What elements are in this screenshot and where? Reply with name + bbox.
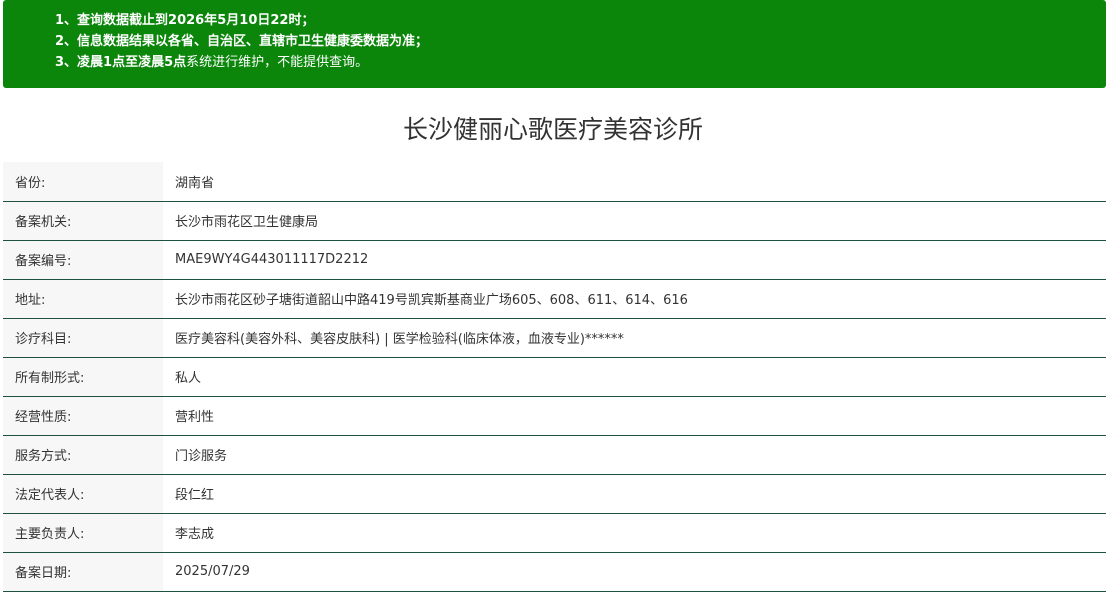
row-label: 备案编号: [3, 240, 163, 279]
row-label: 备案日期: [3, 552, 163, 591]
row-service-mode: 服务方式: 门诊服务 [3, 435, 1106, 474]
row-label: 主要负责人: [3, 513, 163, 552]
row-value: 私人 [175, 371, 202, 386]
row-address: 地址: 长沙市雨花区砂子塘街道韶山中路419号凯宾斯基商业广场605、608、6… [3, 279, 1106, 318]
notice-line-1-prefix: 1、查询数据截止到 [55, 13, 169, 28]
row-label: 经营性质: [3, 396, 163, 435]
row-label: 诊疗科目: [3, 318, 163, 357]
row-registration-date: 备案日期: 2025/07/29 [3, 552, 1106, 591]
row-value: 李志成 [175, 527, 215, 542]
row-registration-authority: 备案机关: 长沙市雨花区卫生健康局 [3, 201, 1106, 240]
row-value: 医疗美容科(美容外科、美容皮肤科) | 医学检验科(临床体液，血液专业)****… [175, 332, 624, 347]
info-table: 省份: 湖南省 备案机关: 长沙市雨花区卫生健康局 备案编号: MAE9WY4G… [3, 162, 1106, 592]
row-value: 长沙市雨花区卫生健康局 [175, 215, 319, 230]
row-label: 服务方式: [3, 435, 163, 474]
notice-line-3: 3、凌晨1点至凌晨5点系统进行维护，不能提供查询。 [55, 52, 1106, 73]
row-legal-representative: 法定代表人: 段仁红 [3, 474, 1106, 513]
notice-cutoff-date: 2026年5月10日22时 [168, 13, 302, 28]
row-label: 省份: [3, 162, 163, 201]
row-label: 地址: [3, 279, 163, 318]
row-province: 省份: 湖南省 [3, 162, 1106, 201]
notice-banner: 1、查询数据截止到2026年5月10日22时； 2、信息数据结果以各省、自治区、… [3, 0, 1106, 88]
row-principal: 主要负责人: 李志成 [3, 513, 1106, 552]
row-departments: 诊疗科目: 医疗美容科(美容外科、美容皮肤科) | 医学检验科(临床体液，血液专… [3, 318, 1106, 357]
row-value: MAE9WY4G443011117D2212 [175, 252, 369, 267]
notice-line-3-prefix: 3、 [55, 55, 78, 70]
row-label: 所有制形式: [3, 357, 163, 396]
row-value: 门诊服务 [175, 449, 228, 464]
row-value: 2025/07/29 [175, 564, 250, 579]
notice-line-1-suffix: ； [301, 13, 315, 28]
notice-line-3-suffix: 系统进行维护，不能提供查询。 [186, 55, 369, 70]
row-registration-number: 备案编号: MAE9WY4G443011117D2212 [3, 240, 1106, 279]
row-label: 法定代表人: [3, 474, 163, 513]
row-value: 营利性 [175, 410, 215, 425]
notice-line-2-text: 2、信息数据结果以各省、自治区、直辖市卫生健康委数据为准； [55, 34, 429, 49]
row-value: 长沙市雨花区砂子塘街道韶山中路419号凯宾斯基商业广场605、608、611、6… [175, 293, 688, 308]
row-value: 段仁红 [175, 488, 215, 503]
row-business-nature: 经营性质: 营利性 [3, 396, 1106, 435]
page-title: 长沙健丽心歌医疗美容诊所 [402, 115, 703, 144]
row-ownership: 所有制形式: 私人 [3, 357, 1106, 396]
notice-line-1: 1、查询数据截止到2026年5月10日22时； [55, 10, 1106, 31]
notice-line-2: 2、信息数据结果以各省、自治区、直辖市卫生健康委数据为准； [55, 31, 1106, 52]
row-value: 湖南省 [175, 175, 215, 191]
row-label: 备案机关: [3, 201, 163, 240]
notice-maintenance-hours: 凌晨1点至凌晨5点 [77, 55, 187, 70]
